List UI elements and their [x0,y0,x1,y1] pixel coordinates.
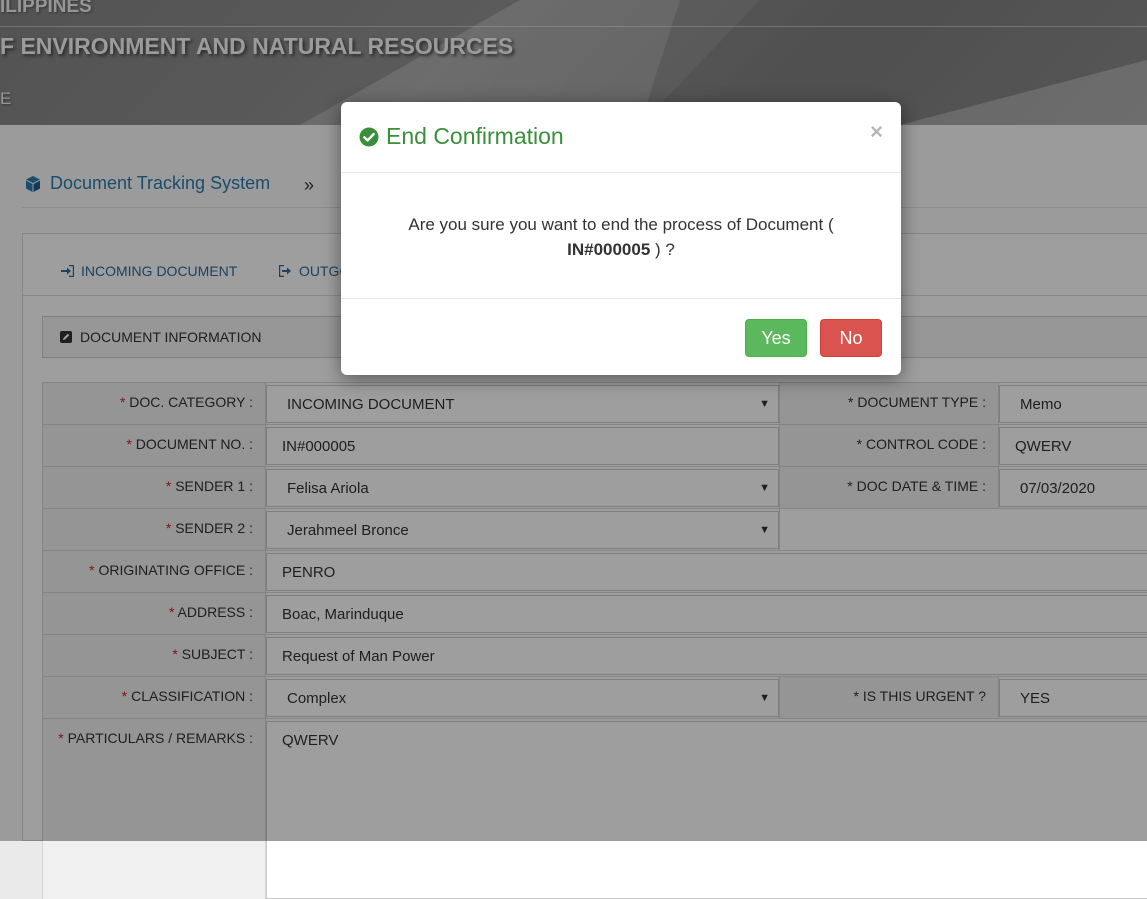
dialog-body: Are you sure you want to end the process… [341,173,901,298]
end-confirmation-dialog: End Confirmation × Are you sure you want… [341,102,901,375]
dialog-document-number: IN#000005 [567,240,651,259]
close-icon[interactable]: × [870,119,883,145]
dialog-footer: Yes No [341,298,901,375]
yes-button[interactable]: Yes [745,319,807,357]
dialog-message: Are you sure you want to end the process… [408,215,834,234]
dialog-message-suffix: ) ? [655,240,675,259]
check-circle-icon [359,127,379,146]
dialog-header: End Confirmation × [341,102,901,173]
no-button[interactable]: No [820,319,882,357]
dialog-title: End Confirmation [359,123,564,150]
dialog-title-text: End Confirmation [386,123,564,149]
